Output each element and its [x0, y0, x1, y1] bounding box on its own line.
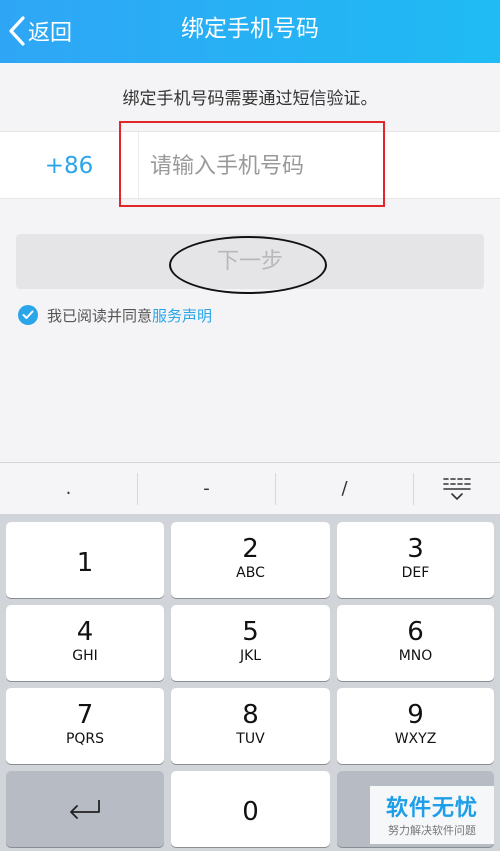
key-letters: MNO — [398, 648, 433, 664]
key-letters: TUV — [236, 731, 265, 747]
watermark-logo: 软件无忧 努力解决软件问题 — [370, 786, 494, 844]
watermark-title: 软件无忧 — [385, 796, 478, 821]
key-0[interactable]: 0 — [171, 771, 330, 847]
key-letters: GHI — [72, 648, 98, 664]
key-7[interactable]: 7 PQRS — [6, 688, 164, 764]
agreement-text: 我已阅读并同意 — [47, 306, 153, 325]
key-letters: ABC — [236, 565, 265, 581]
return-icon — [70, 800, 100, 819]
key-letters: WXYZ — [394, 731, 437, 747]
agreement-row: 我已阅读并同意 服务声明 — [18, 304, 212, 326]
key-digit: 1 — [76, 548, 94, 578]
toolbar-key-dash[interactable]: - — [138, 463, 275, 515]
phone-number-input[interactable] — [150, 146, 450, 186]
key-return[interactable] — [6, 771, 164, 847]
agreement-checkbox[interactable] — [18, 305, 38, 325]
key-digit: 2 — [242, 534, 259, 564]
key-6[interactable]: 6 MNO — [337, 605, 494, 681]
key-5[interactable]: 5 JKL — [171, 605, 330, 681]
checkmark-icon — [22, 310, 34, 319]
key-digit: 8 — [242, 700, 259, 730]
key-letters: JKL — [239, 648, 262, 664]
watermark-subtitle: 努力解决软件问题 — [388, 824, 476, 837]
key-8[interactable]: 8 TUV — [171, 688, 330, 764]
keyboard-collapse-button[interactable] — [414, 463, 500, 515]
country-code-selector[interactable]: +86 — [0, 132, 138, 200]
key-letters: PQRS — [65, 731, 105, 747]
service-terms-link[interactable]: 服务声明 — [152, 305, 212, 326]
nav-bar: 返回 绑定手机号码 — [0, 0, 500, 63]
key-digit: 4 — [76, 617, 94, 647]
key-2[interactable]: 2 ABC — [171, 522, 330, 598]
page-title: 绑定手机号码 — [181, 16, 319, 42]
key-digit: 9 — [407, 700, 424, 730]
toolbar-key-slash[interactable]: / — [276, 463, 413, 515]
key-1[interactable]: 1 — [6, 522, 164, 598]
key-3[interactable]: 3 DEF — [337, 522, 494, 598]
phone-number-row: +86 — [0, 131, 500, 200]
key-4[interactable]: 4 GHI — [6, 605, 164, 681]
next-step-button[interactable]: 下一步 — [16, 234, 484, 289]
keyboard-collapse-icon — [443, 478, 471, 501]
toolbar-key-dot[interactable]: . — [0, 463, 137, 515]
keyboard-toolbar: . - / — [0, 462, 500, 514]
key-digit: 6 — [407, 617, 424, 647]
key-digit: 3 — [407, 534, 424, 564]
sms-hint-text: 绑定手机号码需要通过短信验证。 — [122, 89, 378, 109]
divider — [138, 132, 139, 200]
key-digit: 5 — [242, 617, 259, 647]
key-9[interactable]: 9 WXYZ — [337, 688, 494, 764]
key-digit: 0 — [242, 797, 259, 827]
key-letters: DEF — [401, 565, 430, 581]
key-digit: 7 — [76, 700, 94, 730]
